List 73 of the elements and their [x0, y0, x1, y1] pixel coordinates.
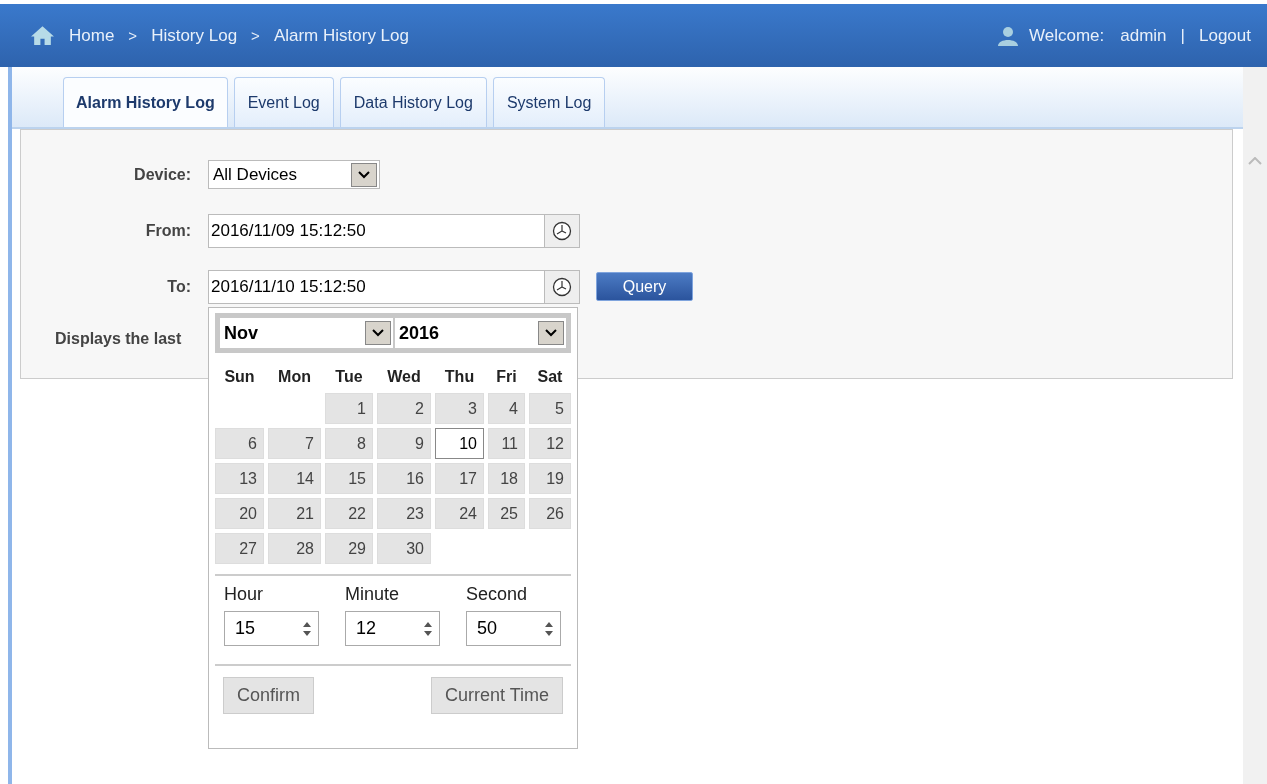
- to-label: To:: [166, 277, 192, 296]
- calendar-day[interactable]: 14: [268, 463, 321, 494]
- weekday-header: Sat: [536, 368, 564, 386]
- calendar-day[interactable]: 3: [435, 393, 484, 424]
- weekday-header: Sun: [223, 368, 256, 386]
- query-button[interactable]: Query: [596, 272, 693, 301]
- month-select[interactable]: Nov: [220, 318, 393, 348]
- logout-link[interactable]: Logout: [1199, 25, 1251, 46]
- breadcrumb-link[interactable]: Home: [69, 25, 115, 46]
- displays-text: Displays the last: [55, 329, 182, 348]
- breadcrumb-link[interactable]: Alarm History Log: [273, 25, 409, 46]
- picker-button[interactable]: Confirm: [223, 677, 314, 714]
- calendar-day[interactable]: 10: [435, 428, 484, 459]
- from-label: From:: [144, 221, 192, 240]
- clock-icon[interactable]: [545, 213, 580, 248]
- calendar-day[interactable]: 13: [215, 463, 264, 494]
- device-select[interactable]: All Devices: [208, 160, 380, 189]
- calendar-day[interactable]: 6: [215, 428, 264, 459]
- time-spinner[interactable]: 50: [466, 611, 561, 646]
- calendar-day[interactable]: 19: [529, 463, 571, 494]
- breadcrumb-separator: >: [251, 27, 260, 44]
- calendar-day[interactable]: 25: [488, 498, 525, 529]
- tab[interactable]: Event Log: [233, 77, 334, 127]
- calendar-day[interactable]: 7: [268, 428, 321, 459]
- time-spinner[interactable]: 15: [224, 611, 319, 646]
- weekday-header: Tue: [334, 368, 364, 386]
- header-divider: |: [1180, 25, 1185, 46]
- calendar-day[interactable]: 12: [529, 428, 571, 459]
- time-label: Minute: [345, 584, 401, 605]
- calendar-day[interactable]: 8: [325, 428, 373, 459]
- calendar-day[interactable]: 15: [325, 463, 373, 494]
- calendar-day[interactable]: 26: [529, 498, 571, 529]
- weekday-header: Thu: [443, 368, 476, 386]
- device-label: Device:: [133, 165, 192, 184]
- calendar-day[interactable]: 16: [377, 463, 431, 494]
- calendar-day[interactable]: 18: [488, 463, 525, 494]
- year-select[interactable]: 2016: [395, 318, 566, 348]
- calendar-day[interactable]: 21: [268, 498, 321, 529]
- home-icon[interactable]: [30, 25, 55, 46]
- clock-icon[interactable]: [545, 269, 580, 304]
- to-date-field[interactable]: 2016/11/10 15:12:50: [208, 269, 545, 304]
- calendar-day[interactable]: 22: [325, 498, 373, 529]
- tab[interactable]: Data History Log: [339, 77, 487, 127]
- calendar-day[interactable]: 9: [377, 428, 431, 459]
- calendar-day[interactable]: 11: [488, 428, 525, 459]
- weekday-header: Mon: [277, 368, 312, 386]
- calendar-day[interactable]: 29: [325, 533, 373, 564]
- calendar-day[interactable]: 27: [215, 533, 264, 564]
- tab[interactable]: Alarm History Log: [63, 77, 228, 127]
- welcome-label: Welcome:: [1029, 25, 1105, 46]
- picker-button[interactable]: Current Time: [430, 677, 563, 714]
- from-date-field[interactable]: 2016/11/09 15:12:50: [208, 213, 545, 248]
- tab[interactable]: System Log: [492, 77, 606, 127]
- calendar-day[interactable]: 4: [488, 393, 525, 424]
- calendar-day[interactable]: 23: [377, 498, 431, 529]
- calendar-day[interactable]: 28: [268, 533, 321, 564]
- calendar-day[interactable]: 5: [529, 393, 571, 424]
- calendar-day[interactable]: 17: [435, 463, 484, 494]
- calendar-day[interactable]: 1: [325, 393, 373, 424]
- weekday-header: Wed: [386, 368, 422, 386]
- user-icon: [997, 25, 1019, 46]
- breadcrumb-separator: >: [128, 27, 138, 44]
- calendar-day[interactable]: 24: [435, 498, 484, 529]
- time-label: Second: [466, 584, 529, 605]
- weekday-header: Fri: [495, 368, 518, 386]
- user-name: admin: [1120, 25, 1167, 46]
- scrollbar[interactable]: [1243, 67, 1267, 784]
- time-label: Hour: [224, 584, 264, 605]
- time-spinner[interactable]: 12: [345, 611, 440, 646]
- calendar-day[interactable]: 2: [377, 393, 431, 424]
- calendar-day[interactable]: 30: [377, 533, 431, 564]
- breadcrumb-link[interactable]: History Log: [151, 25, 238, 46]
- calendar-day[interactable]: 20: [215, 498, 264, 529]
